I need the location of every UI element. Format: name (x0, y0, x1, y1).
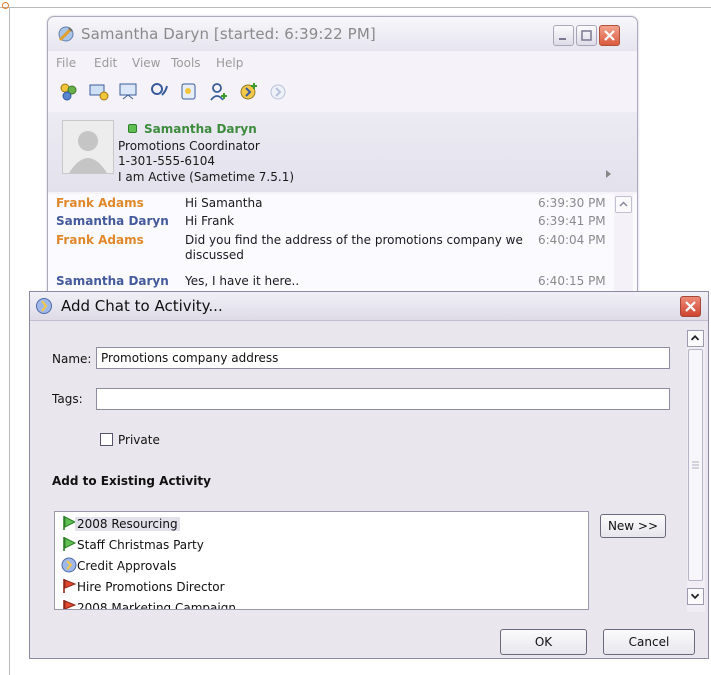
message-sender: Samantha Daryn (56, 274, 169, 288)
message-sender: Samantha Daryn (56, 214, 169, 228)
message-text: Did you find the address of the promotio… (185, 233, 523, 262)
contact-name: Samantha Daryn (144, 122, 257, 136)
close-icon (604, 30, 615, 41)
maximize-button[interactable] (576, 25, 597, 46)
existing-activity-heading: Add to Existing Activity (52, 474, 211, 488)
close-chat-button[interactable] (599, 25, 620, 46)
scroll-down-button[interactable] (687, 588, 704, 605)
contact-phone: 1-301-555-6104 (118, 154, 215, 168)
contact-card: Samantha Daryn Promotions Coordinator 1-… (48, 112, 637, 192)
person-silhouette-icon (69, 131, 107, 173)
scrollbar-thumb[interactable] (688, 349, 703, 581)
corner-marker (2, 2, 9, 9)
background-frame-top (0, 7, 711, 8)
message-time: 6:39:41 PM (538, 214, 606, 228)
message-time: 6:40:15 PM (538, 274, 606, 288)
avatar (62, 120, 114, 174)
chevron-up-icon (619, 201, 628, 207)
private-label: Private (118, 433, 160, 447)
chevron-up-icon (690, 335, 700, 341)
close-icon (685, 301, 696, 312)
scroll-up-button[interactable] (615, 196, 632, 213)
contact-role: Promotions Coordinator (118, 139, 260, 153)
add-chat-to-activity-dialog: Add Chat to Activity... Name: Promotions… (29, 291, 709, 659)
activity-label: Credit Approvals (77, 559, 177, 573)
new-activity-button[interactable]: New >> (600, 514, 666, 538)
cancel-button[interactable]: Cancel (603, 629, 695, 655)
menu-view[interactable]: View (132, 56, 160, 70)
activity-label: 2008 Resourcing (75, 517, 180, 531)
ok-button[interactable]: OK (500, 629, 587, 655)
screen-share-icon[interactable] (88, 81, 110, 103)
phone-icon[interactable] (178, 81, 200, 103)
private-checkbox[interactable] (100, 433, 113, 446)
add-to-activity-icon[interactable] (238, 81, 260, 103)
dialog-title: Add Chat to Activity... (61, 297, 223, 315)
chat-window: Samantha Daryn [started: 6:39:22 PM] Fil… (47, 16, 638, 318)
chat-window-title: Samantha Daryn [started: 6:39:22 PM] (81, 25, 376, 43)
message-text: Hi Samantha (185, 196, 263, 210)
name-input[interactable]: Promotions company address (96, 347, 670, 369)
chat-menu-bar: File Edit View Tools Help (48, 53, 637, 75)
red-flag-icon (63, 600, 77, 609)
maximize-icon (581, 30, 592, 41)
chat-message: Frank Adams Did you find the address of … (56, 233, 616, 265)
chat-message: Frank Adams Hi Samantha 6:39:30 PM (56, 196, 616, 212)
sametime-chat-icon (58, 26, 74, 42)
scroll-up-button[interactable] (687, 330, 704, 347)
message-text: Yes, I have it here.. (185, 274, 300, 288)
activity-icon-disabled (270, 84, 286, 100)
chat-toolbar (48, 78, 637, 108)
red-flag-icon (63, 579, 77, 593)
activity-label: Hire Promotions Director (77, 580, 225, 594)
green-flag-icon (63, 537, 77, 551)
activity-icon (61, 557, 77, 573)
close-dialog-button[interactable] (680, 296, 701, 317)
menu-file[interactable]: File (56, 56, 76, 70)
chat-message: Samantha Daryn Yes, I have it here.. 6:4… (56, 274, 616, 290)
menu-tools[interactable]: Tools (171, 56, 201, 70)
tags-input[interactable] (96, 388, 670, 410)
menu-help[interactable]: Help (216, 56, 243, 70)
chevron-down-icon (690, 593, 700, 600)
contacts-icon[interactable] (58, 81, 80, 103)
message-sender: Frank Adams (56, 233, 144, 247)
dialog-title-bar[interactable]: Add Chat to Activity... (30, 292, 708, 321)
expand-arrow-icon[interactable] (606, 170, 611, 178)
add-person-icon[interactable] (208, 81, 230, 103)
contact-status: I am Active (Sametime 7.5.1) (118, 170, 295, 184)
message-time: 6:40:04 PM (538, 233, 606, 247)
meeting-icon[interactable] (118, 81, 140, 103)
minimize-icon (559, 38, 566, 40)
dialog-scrollbar[interactable] (687, 330, 705, 612)
background-frame-left (9, 7, 10, 675)
tags-label: Tags: (52, 392, 83, 406)
call-icon[interactable] (148, 81, 170, 103)
activity-list[interactable]: 2008 Resourcing Staff Christmas Party Cr… (54, 511, 589, 610)
chat-title-bar[interactable]: Samantha Daryn [started: 6:39:22 PM] (48, 17, 637, 51)
minimize-button[interactable] (553, 25, 574, 46)
message-text: Hi Frank (185, 214, 235, 228)
activity-icon (36, 298, 52, 314)
message-sender: Frank Adams (56, 196, 144, 210)
activity-label: Staff Christmas Party (77, 538, 204, 552)
name-label: Name: (52, 352, 92, 366)
activity-label: 2008 Marketing Campaign (77, 601, 236, 610)
chat-message: Samantha Daryn Hi Frank 6:39:41 PM (56, 214, 616, 230)
menu-edit[interactable]: Edit (94, 56, 117, 70)
message-time: 6:39:30 PM (538, 196, 606, 210)
grip-icon (692, 461, 699, 469)
online-status-icon (128, 124, 137, 133)
